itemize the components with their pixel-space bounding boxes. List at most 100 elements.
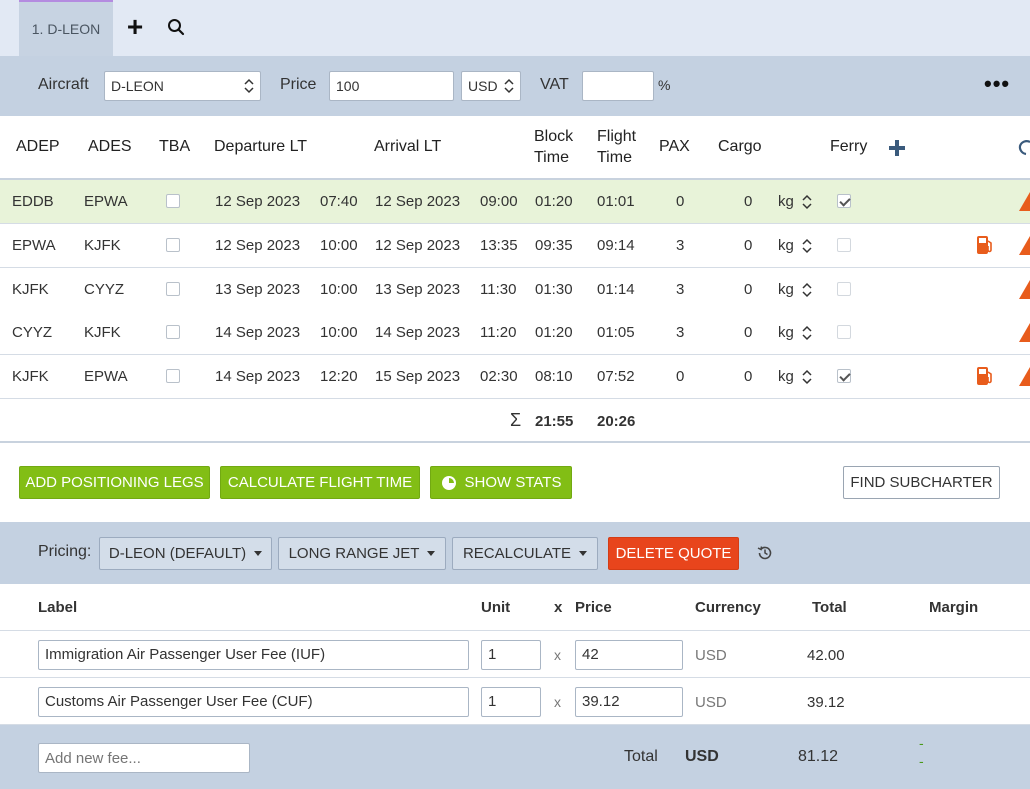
add-tab-icon[interactable]: + bbox=[122, 13, 148, 41]
price-input[interactable]: 100 bbox=[329, 71, 454, 101]
tba-checkbox[interactable] bbox=[166, 325, 180, 340]
aircraft-category-dropdown[interactable]: LONG RANGE JET bbox=[278, 537, 446, 570]
add-positioning-legs-label: ADD POSITIONING LEGS bbox=[25, 474, 204, 491]
aircraft-label: Aircraft bbox=[38, 76, 89, 93]
cargo-unit-select-icon[interactable] bbox=[802, 238, 812, 254]
ferry-checkbox[interactable] bbox=[837, 325, 851, 340]
ferry-checkbox[interactable] bbox=[837, 281, 851, 296]
tab-d-leon[interactable]: 1. D-LEON bbox=[19, 0, 113, 56]
cargo-unit-select-icon[interactable] bbox=[802, 194, 812, 210]
total-value: 81.12 bbox=[798, 748, 839, 765]
calculate-flight-time-button[interactable]: CALCULATE FLIGHT TIME bbox=[220, 466, 420, 499]
aircraft-category-label: LONG RANGE JET bbox=[288, 545, 420, 562]
fee-label-input[interactable]: Immigration Air Passenger User Fee (IUF) bbox=[38, 640, 469, 670]
pricing-profile-dropdown[interactable]: D-LEON (DEFAULT) bbox=[99, 537, 272, 570]
add-positioning-legs-button[interactable]: ADD POSITIONING LEGS bbox=[19, 466, 210, 499]
leg-row[interactable]: EDDB EPWA 12 Sep 2023 07:40 12 Sep 2023 09:00… bbox=[0, 180, 1030, 224]
tba-checkbox[interactable] bbox=[166, 281, 180, 296]
fee-multiply-sign: x bbox=[554, 694, 561, 710]
leg-arrival-time: 09:00 bbox=[480, 193, 518, 210]
fee-row: Immigration Air Passenger User Fee (IUF)… bbox=[0, 631, 1030, 678]
warning-icon[interactable] bbox=[1019, 367, 1030, 387]
leg-cargo: 0 bbox=[744, 280, 753, 298]
search-icon[interactable] bbox=[166, 17, 186, 37]
show-stats-button[interactable]: SHOW STATS bbox=[430, 466, 572, 499]
fee-multiply-sign: x bbox=[554, 647, 561, 663]
warning-icon[interactable] bbox=[1019, 192, 1030, 211]
history-icon[interactable] bbox=[756, 544, 774, 562]
warning-icon[interactable] bbox=[1019, 279, 1030, 299]
col-block-time-1: Block bbox=[534, 128, 574, 145]
fee-total: 39.12 bbox=[807, 694, 845, 711]
ferry-checkbox[interactable] bbox=[837, 369, 851, 384]
find-subcharter-button[interactable]: FIND SUBCHARTER bbox=[843, 466, 1000, 499]
tba-checkbox[interactable] bbox=[166, 369, 180, 384]
tab-label: 1. D-LEON bbox=[31, 21, 101, 37]
total-currency: USD bbox=[685, 748, 719, 765]
fee-price-input[interactable]: 42 bbox=[575, 640, 683, 670]
leg-adep: KJFK bbox=[12, 280, 49, 298]
leg-row[interactable]: EPWA KJFK 12 Sep 2023 10:00 12 Sep 2023 13:35… bbox=[0, 223, 1030, 268]
leg-row[interactable]: KJFK EPWA 14 Sep 2023 12:20 15 Sep 2023 02:30… bbox=[0, 355, 1030, 400]
leg-pax: 3 bbox=[676, 324, 685, 342]
fee-col-x: x bbox=[554, 599, 563, 616]
find-subcharter-label: FIND SUBCHARTER bbox=[850, 474, 993, 491]
sum-block-time: 21:55 bbox=[535, 413, 574, 430]
leg-departure-time: 07:40 bbox=[320, 193, 358, 210]
fee-unit-input[interactable]: 1 bbox=[481, 687, 541, 717]
leg-row[interactable]: CYYZ KJFK 14 Sep 2023 10:00 14 Sep 2023 11:20… bbox=[0, 311, 1030, 356]
cargo-unit-select-icon[interactable] bbox=[802, 282, 812, 298]
aircraft-select[interactable]: D-LEON bbox=[104, 71, 261, 101]
leg-arrival-date: 12 Sep 2023 bbox=[375, 236, 461, 254]
leg-pax: 3 bbox=[676, 280, 685, 298]
cargo-unit-select-icon[interactable] bbox=[802, 325, 812, 341]
leg-pax: 0 bbox=[676, 193, 685, 210]
fee-col-currency: Currency bbox=[695, 599, 761, 616]
fee-currency: USD bbox=[695, 647, 727, 664]
fuel-pump-icon[interactable] bbox=[976, 235, 994, 255]
col-cargo: Cargo bbox=[718, 138, 762, 155]
currency-select[interactable]: USD bbox=[461, 71, 521, 101]
tba-checkbox[interactable] bbox=[166, 194, 180, 208]
leg-arrival-date: 15 Sep 2023 bbox=[375, 368, 461, 386]
fee-label-value: Customs Air Passenger User Fee (CUF) bbox=[45, 693, 313, 710]
ferry-checkbox[interactable] bbox=[837, 237, 851, 252]
leg-cargo: 0 bbox=[744, 368, 753, 386]
add-leg-icon[interactable] bbox=[888, 139, 906, 157]
leg-arrival-date: 12 Sep 2023 bbox=[375, 193, 461, 210]
fee-price-input[interactable]: 39.12 bbox=[575, 687, 683, 717]
fee-currency: USD bbox=[695, 694, 727, 711]
vat-input[interactable] bbox=[582, 71, 654, 101]
show-stats-label: SHOW STATS bbox=[464, 474, 562, 491]
recalculate-dropdown[interactable]: RECALCULATE bbox=[452, 537, 598, 570]
tba-checkbox[interactable] bbox=[166, 237, 180, 252]
leg-ades: KJFK bbox=[84, 324, 121, 342]
leg-ades: CYYZ bbox=[84, 280, 125, 298]
recalculate-label: RECALCULATE bbox=[462, 545, 572, 562]
more-options-icon[interactable]: ••• bbox=[984, 73, 1010, 95]
leg-arrival-date: 13 Sep 2023 bbox=[375, 280, 461, 298]
caret-down-icon bbox=[427, 551, 436, 556]
price-input-value: 100 bbox=[336, 78, 360, 94]
new-fee-input[interactable] bbox=[38, 743, 250, 773]
leg-ades: KJFK bbox=[84, 236, 121, 254]
fee-label-input[interactable]: Customs Air Passenger User Fee (CUF) bbox=[38, 687, 469, 717]
leg-cargo-unit: kg bbox=[778, 236, 794, 254]
fee-unit-input[interactable]: 1 bbox=[481, 640, 541, 670]
ferry-checkbox[interactable] bbox=[837, 194, 851, 208]
refresh-icon[interactable] bbox=[1018, 138, 1030, 158]
col-flight-time-2: Time bbox=[597, 149, 632, 166]
fuel-pump-icon[interactable] bbox=[976, 366, 994, 386]
delete-quote-button[interactable]: DELETE QUOTE bbox=[608, 537, 739, 570]
select-arrows-icon bbox=[244, 78, 254, 94]
warning-icon[interactable] bbox=[1019, 323, 1030, 343]
fees-footer: Total USD 81.12 - - bbox=[0, 725, 1030, 789]
margin-value-bottom: - bbox=[919, 753, 924, 769]
leg-block-time: 01:20 bbox=[535, 324, 573, 342]
warning-icon[interactable] bbox=[1019, 235, 1030, 255]
total-label: Total bbox=[624, 748, 658, 765]
fee-unit-value: 1 bbox=[488, 693, 497, 710]
cargo-unit-select-icon[interactable] bbox=[802, 369, 812, 385]
sum-flight-time: 20:26 bbox=[597, 413, 636, 430]
leg-row[interactable]: KJFK CYYZ 13 Sep 2023 10:00 13 Sep 2023 11:30… bbox=[0, 267, 1030, 312]
